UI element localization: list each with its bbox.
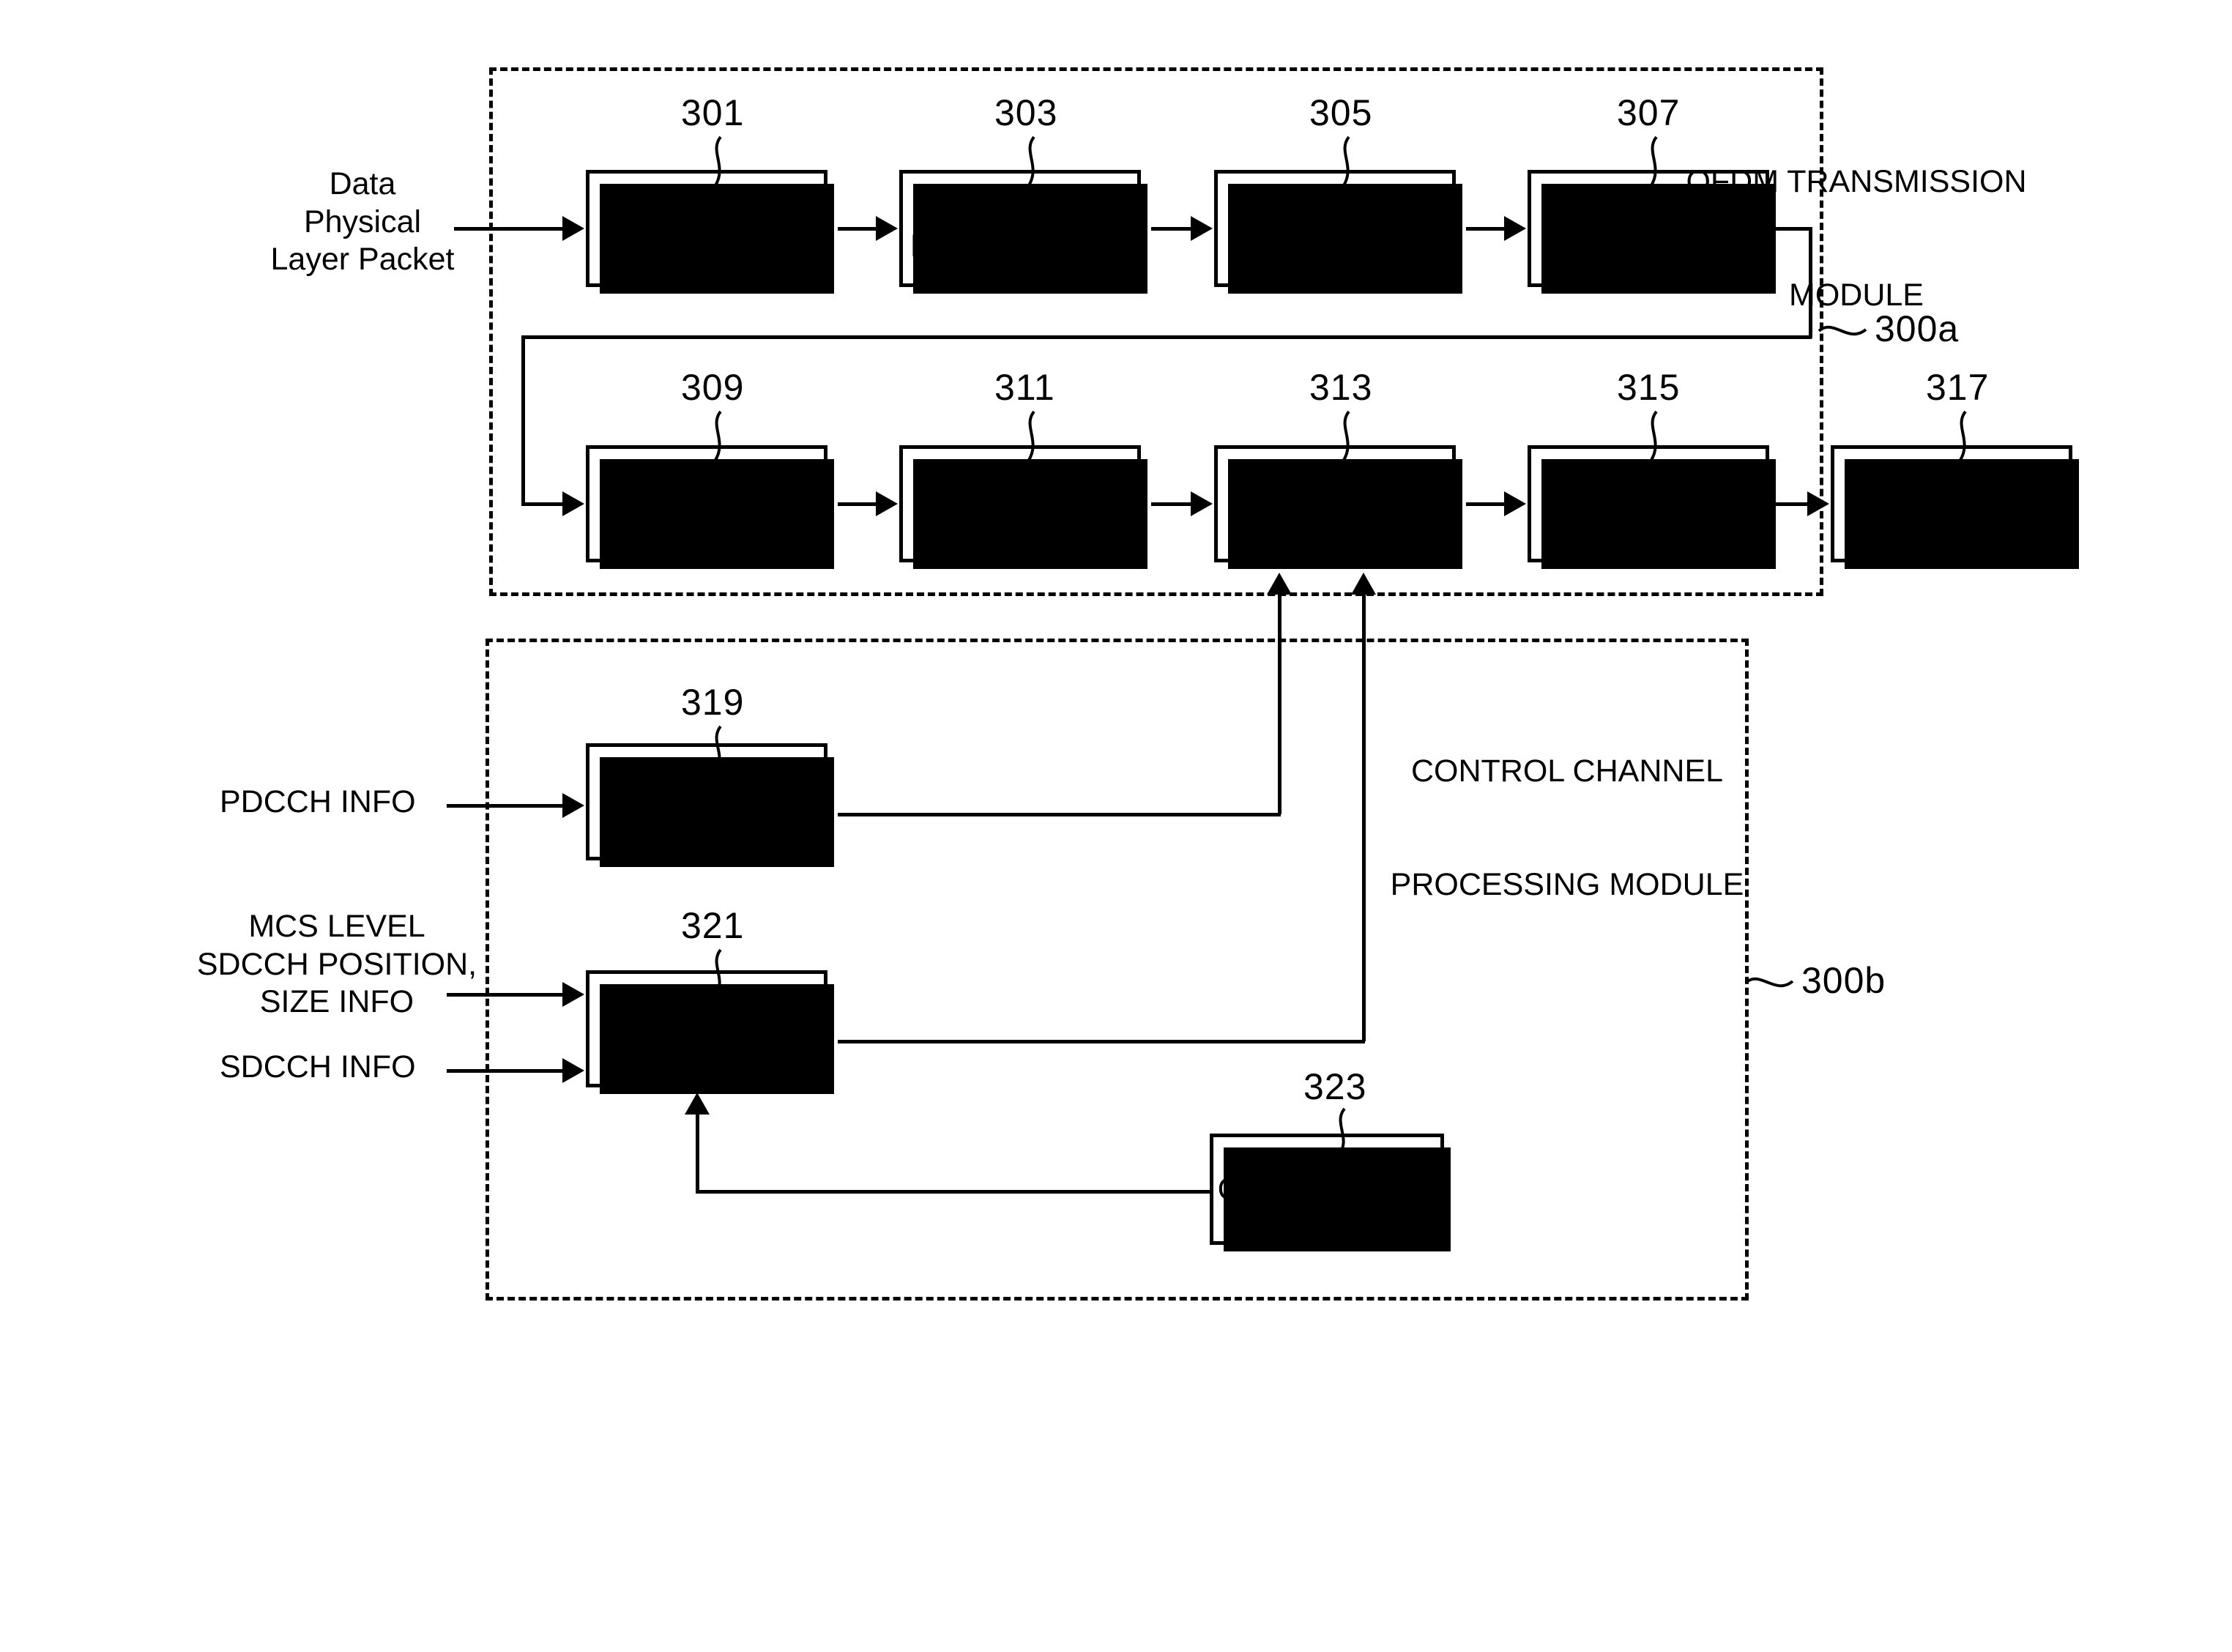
arrowhead-pdcch-info-to-processor: [562, 793, 584, 818]
arrowhead-ifft-to-cp: [1504, 491, 1526, 516]
label-mcs-level-sdcch-position-size-info: MCS LEVEL SDCCH POSITION, SIZE INFO: [196, 909, 477, 1020]
connector-interleaver-to-modulator: [1151, 227, 1191, 231]
connector-modulator-to-guard-tone: [1466, 227, 1504, 231]
ref-311: 311: [994, 367, 1055, 408]
block-modulator-line1: MODULATOR: [1234, 210, 1436, 246]
control-module-title-line2: PROCESSING MODULE: [1390, 866, 1744, 902]
block-channel-interleaver-line2: INTERLEAVER: [909, 228, 1131, 264]
block-pdcch-processor-line2: PROCESSOR: [604, 802, 809, 837]
ref-301: 301: [681, 92, 745, 133]
leader-309: [713, 410, 722, 463]
patent-figure: OFDM TRANSMISSION MODULE CONTROL CHANNEL…: [0, 0, 2232, 1652]
block-cp-inserter-line1: CP: [1626, 468, 1671, 504]
ref-303: 303: [994, 92, 1058, 133]
connector-feedback-left: [521, 335, 1812, 339]
arrowhead-controller-into-sdcch: [685, 1093, 710, 1115]
block-channel-encoder-line2: ENCODER: [626, 228, 787, 264]
leader-313: [1342, 410, 1350, 463]
arrowhead-spreader-to-ifft: [1191, 491, 1213, 516]
connector-ifft-to-cp: [1466, 502, 1504, 506]
ofdm-module-title-line1: OFDM TRANSMISSION: [1686, 164, 2027, 200]
leader-321: [713, 948, 722, 998]
connector-sdcch-info-to-processor: [447, 1069, 562, 1073]
block-pilot-tone-inserter-line2: INSERTER: [625, 504, 788, 539]
arrowhead-feedback-into-pilot: [562, 491, 584, 516]
ref-307: 307: [1617, 92, 1681, 133]
ref-321: 321: [681, 905, 745, 946]
leader-305: [1342, 135, 1350, 188]
arrowhead-sdcch-into-ifft: [1351, 573, 1376, 595]
leader-301: [713, 135, 722, 188]
ref-317: 317: [1926, 367, 1990, 408]
block-rf-processor-line1: RF: [1930, 468, 1974, 504]
leader-319: [713, 725, 722, 775]
leader-323: [1337, 1107, 1346, 1157]
control-module-title-line1: CONTROL CHANNEL: [1410, 754, 1724, 789]
connector-feedback-into-pilot: [521, 502, 562, 506]
connector-input-to-channel-encoder: [454, 227, 562, 231]
leader-317: [1958, 410, 1967, 463]
arrowhead-sdcch-info-to-processor: [562, 1058, 584, 1083]
block-controller-line1: CONTROLLER: [1217, 1171, 1437, 1207]
label-sdcch-info: SDCCH INFO: [220, 1049, 416, 1084]
arrowhead-pilot-to-spreader: [876, 491, 898, 516]
connector-spreader-to-ifft: [1151, 502, 1191, 506]
control-module-title: CONTROL CHANNEL PROCESSING MODULE: [1384, 677, 1750, 980]
block-cp-inserter-line2: INSERTER: [1567, 504, 1730, 539]
ref-323: 323: [1303, 1066, 1367, 1107]
ref-309: 309: [681, 367, 745, 408]
connector-controller-out-left: [696, 1190, 1213, 1194]
leader-307: [1649, 135, 1658, 188]
connector-controller-up-to-sdcch: [696, 1113, 699, 1192]
arrowhead-modulator-to-guard-tone: [1504, 216, 1526, 241]
ref-305: 305: [1309, 92, 1373, 133]
block-pilot-tone-inserter-line1: PILOT TONE: [611, 468, 802, 504]
connector-feedback-down-to-pilot: [521, 335, 525, 504]
ref-315: 315: [1617, 367, 1681, 408]
arrowhead-input-to-channel-encoder: [562, 216, 584, 241]
block-sdcch-processor-line2: PROCESSOR: [604, 1029, 809, 1064]
arrowhead-encoder-to-interleaver: [876, 216, 898, 241]
arrowhead-interleaver-to-modulator: [1191, 216, 1213, 241]
arrowhead-mcs-info-to-sdcch-processor: [562, 982, 584, 1007]
block-ifft-processor-line1: IFFT: [1301, 468, 1369, 504]
leader-311: [1027, 410, 1035, 463]
connector-encoder-to-interleaver: [838, 227, 876, 231]
ofdm-module-title-line2: MODULE: [1789, 277, 1924, 313]
block-rf-processor-line2: PROCESSOR: [1849, 504, 2054, 539]
connector-pdcch-up-to-ifft: [1278, 595, 1281, 814]
arrowhead-pdcch-into-ifft: [1267, 573, 1292, 595]
ref-313: 313: [1309, 367, 1373, 408]
connector-pdcch-info-to-processor: [447, 804, 562, 808]
leader-303: [1027, 135, 1035, 188]
connector-pdcch-out-right: [838, 813, 1281, 816]
ref-300a: 300a: [1875, 308, 1960, 349]
block-spreader-line1: SPREADER: [931, 485, 1109, 521]
ref-319: 319: [681, 682, 745, 723]
label-pdcch-info: PDCCH INFO: [220, 784, 416, 819]
ref-300b: 300b: [1801, 960, 1886, 1001]
connector-sdcch-out-right: [838, 1040, 1365, 1043]
connector-pilot-to-spreader: [838, 502, 876, 506]
block-ifft-processor-line2: PROCESSOR: [1232, 504, 1437, 539]
leader-315: [1649, 410, 1658, 463]
block-channel-encoder-line1: CHANNEL: [630, 193, 784, 228]
block-channel-interleaver-line1: CHANNEL: [943, 193, 1097, 228]
arrowhead-cp-to-rf: [1807, 491, 1829, 516]
connector-sdcch-up-to-ifft: [1362, 595, 1366, 1041]
label-data-physical-layer-packet: Data Physical Layer Packet: [270, 166, 455, 278]
